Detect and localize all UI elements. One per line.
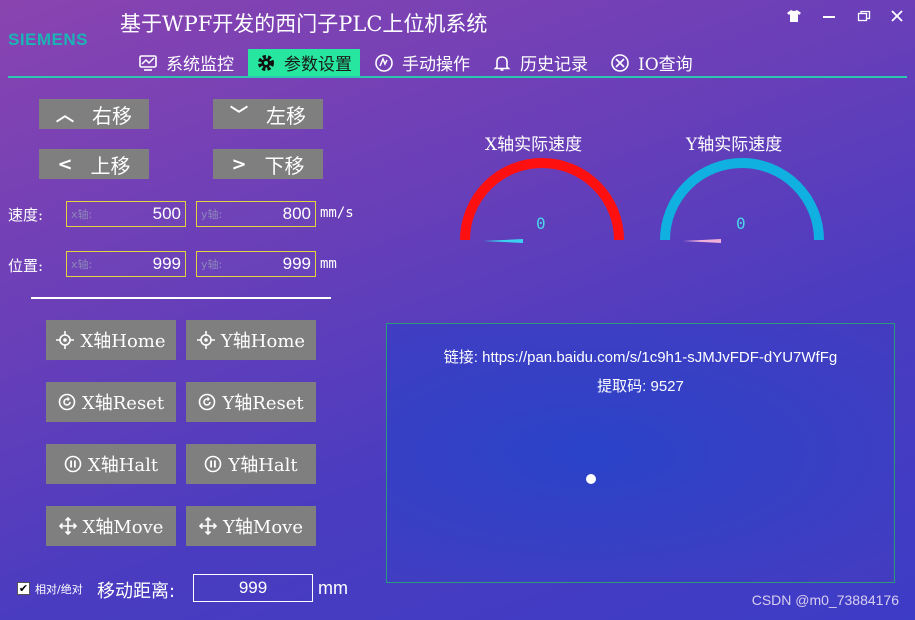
download-link[interactable]: 链接: https://pan.baidu.com/s/1c9h1-sJMJvF… — [387, 346, 894, 367]
app-title: 基于WPF开发的西门子PLC上位机系统 — [120, 12, 488, 36]
speed-x-placeholder: x轴: — [71, 208, 93, 221]
position-y-placeholder: y轴: — [201, 258, 223, 271]
chevron-right-icon: > — [231, 153, 247, 175]
y-gauge-needle — [683, 239, 721, 243]
x-move-label: X轴Move — [82, 517, 164, 538]
move-up-button[interactable]: < 上移 — [39, 149, 149, 179]
monitor-chart-icon — [139, 54, 157, 71]
x-reset-label: X轴Reset — [81, 393, 165, 414]
y-home-label: Y轴Home — [220, 331, 306, 352]
y-move-button[interactable]: Y轴Move — [186, 506, 316, 546]
close-button[interactable] — [886, 6, 908, 26]
y-halt-button[interactable]: Y轴Halt — [186, 444, 316, 484]
relative-absolute-label: 相对/绝对 — [35, 583, 83, 596]
move-down-button[interactable]: > 下移 — [213, 149, 323, 179]
relative-absolute-checkbox[interactable]: ✔ — [17, 582, 30, 595]
chevron-left-icon: < — [57, 153, 73, 175]
bell-icon — [493, 55, 511, 71]
gear-icon — [258, 54, 274, 71]
tab-label: IO查询 — [638, 55, 693, 75]
x-halt-button[interactable]: X轴Halt — [46, 444, 176, 484]
watermark: CSDN @m0_73884176 — [751, 592, 899, 608]
maximize-button[interactable] — [853, 6, 875, 26]
tab-parameter-settings[interactable]: 参数设置 — [248, 49, 360, 76]
x-speed-gauge-title: X轴实际速度 — [485, 135, 583, 155]
tab-system-monitor[interactable]: 系统监控 — [130, 49, 242, 76]
tab-manual-operation[interactable]: 手动操作 — [366, 49, 478, 76]
position-x-placeholder: x轴: — [71, 258, 93, 271]
extraction-code: 提取码: 9527 — [597, 378, 684, 395]
speed-y-value: 800 — [282, 204, 311, 223]
position-y-value: 999 — [282, 254, 311, 273]
minimize-icon — [823, 16, 835, 18]
gauge-hand-icon — [375, 53, 393, 72]
speed-x-value: 500 — [152, 204, 181, 223]
tab-label: 参数设置 — [284, 55, 352, 75]
tab-label: 历史记录 — [520, 55, 588, 75]
x-reset-button[interactable]: X轴Reset — [46, 382, 176, 422]
position-x-value: 999 — [152, 254, 181, 273]
main-nav: 系统监控 参数设置 手动操作 历史记录 IO查询 — [130, 49, 701, 76]
speed-y-input[interactable]: y轴: 800 — [196, 201, 316, 227]
info-panel: 链接: https://pan.baidu.com/s/1c9h1-sJMJvF… — [386, 323, 895, 583]
reset-icon — [58, 393, 76, 411]
move-left-label: 左移 — [266, 103, 306, 128]
x-speed-value: 0 — [536, 214, 546, 233]
chevron-up-icon: ︿ — [56, 105, 74, 126]
move-arrows-icon — [58, 517, 77, 535]
y-home-button[interactable]: Y轴Home — [186, 320, 316, 360]
y-speed-gauge — [660, 158, 824, 243]
position-y-input[interactable]: y轴: 999 — [196, 251, 316, 277]
cursor-dot — [586, 474, 596, 484]
x-home-label: X轴Home — [80, 331, 166, 352]
tab-label: 手动操作 — [402, 55, 470, 75]
x-halt-label: X轴Halt — [87, 455, 159, 476]
position-unit: mm — [320, 256, 337, 272]
close-icon — [891, 10, 903, 22]
minimize-button[interactable] — [818, 6, 840, 26]
crossed-tools-icon — [611, 53, 629, 72]
move-distance-label: 移动距离: — [97, 581, 176, 602]
y-reset-label: Y轴Reset — [222, 393, 304, 414]
target-icon — [196, 331, 215, 349]
siemens-logo: SIEMENS — [8, 30, 89, 49]
move-right-button[interactable]: ︿ 右移 — [39, 99, 149, 129]
chevron-down-icon: ﹀ — [230, 105, 248, 126]
pause-icon — [64, 455, 82, 473]
speed-y-placeholder: y轴: — [201, 208, 223, 221]
position-label: 位置: — [8, 257, 44, 275]
y-speed-value: 0 — [736, 214, 746, 233]
x-home-button[interactable]: X轴Home — [46, 320, 176, 360]
x-speed-gauge — [460, 158, 624, 243]
y-halt-label: Y轴Halt — [228, 455, 298, 476]
x-gauge-needle — [483, 239, 523, 243]
section-divider — [31, 297, 331, 299]
pause-icon — [205, 455, 222, 473]
theme-button[interactable] — [783, 6, 805, 26]
move-right-label: 右移 — [92, 103, 132, 128]
move-down-label: 下移 — [264, 153, 305, 178]
speed-unit: mm/s — [320, 205, 354, 221]
tab-history[interactable]: 历史记录 — [484, 49, 596, 76]
speed-x-input[interactable]: x轴: 500 — [66, 201, 186, 227]
move-distance-input[interactable]: 999 — [193, 574, 313, 602]
tab-label: 系统监控 — [166, 55, 234, 75]
move-distance-unit: mm — [318, 578, 348, 598]
speed-label: 速度: — [8, 206, 44, 224]
y-reset-button[interactable]: Y轴Reset — [186, 382, 316, 422]
position-x-input[interactable]: x轴: 999 — [66, 251, 186, 277]
tab-io-query[interactable]: IO查询 — [602, 49, 701, 76]
shirt-icon — [787, 10, 801, 22]
target-icon — [56, 331, 75, 349]
reset-icon — [199, 393, 216, 411]
y-move-label: Y轴Move — [223, 517, 303, 538]
move-up-label: 上移 — [90, 153, 131, 178]
restore-icon — [857, 10, 871, 22]
nav-divider — [8, 76, 907, 78]
move-arrows-icon — [199, 517, 217, 535]
move-left-button[interactable]: ﹀ 左移 — [213, 99, 323, 129]
x-move-button[interactable]: X轴Move — [46, 506, 176, 546]
y-speed-gauge-title: Y轴实际速度 — [686, 135, 783, 155]
